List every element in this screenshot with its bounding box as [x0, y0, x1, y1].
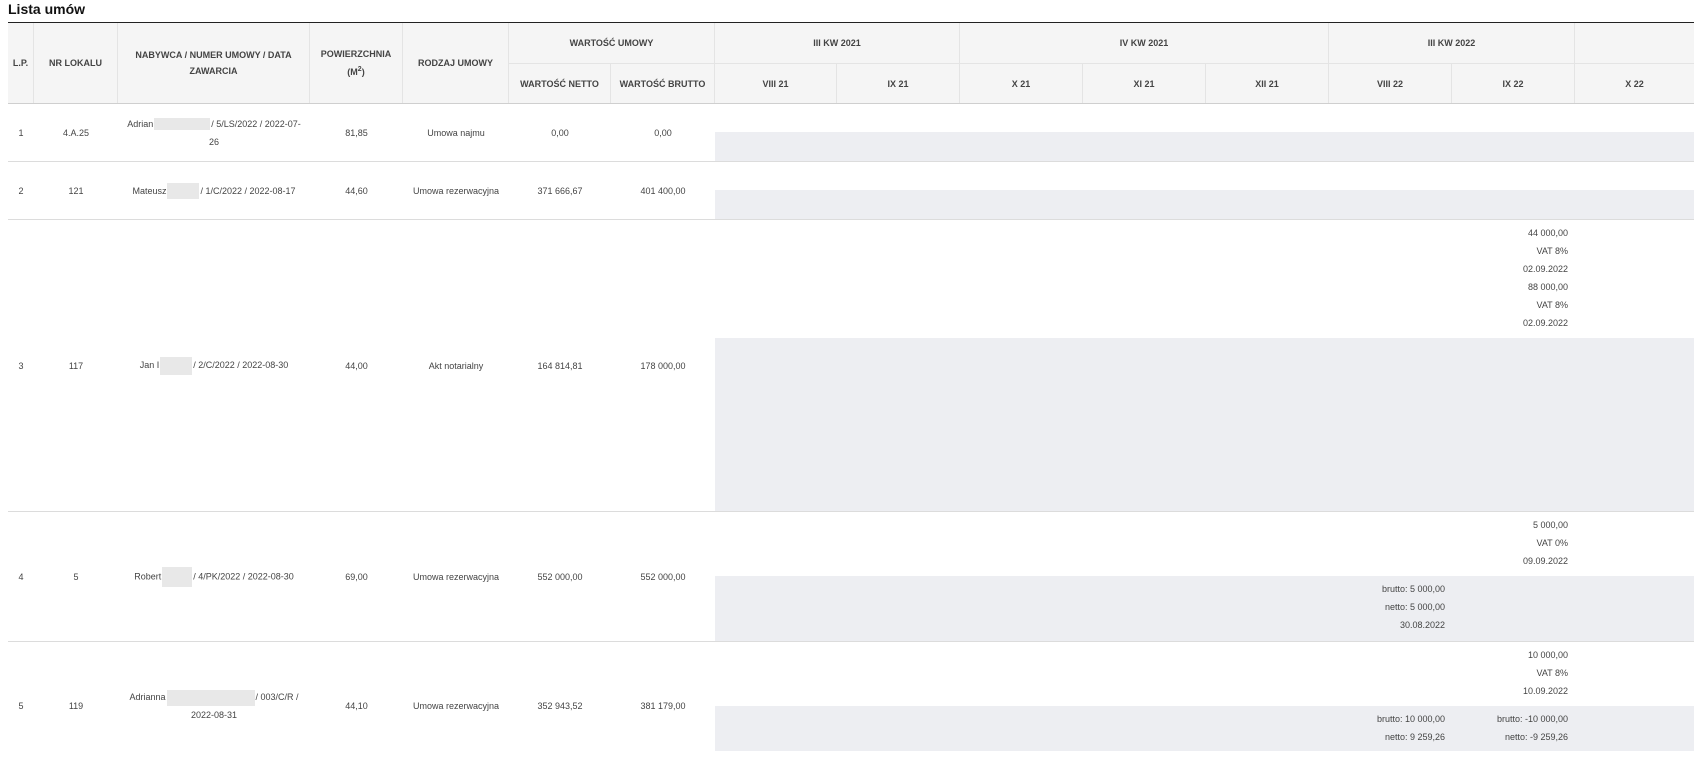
header-month[interactable]: VIII 22 [1329, 64, 1452, 104]
cell-powierzchnia: 81,85 [345, 127, 368, 138]
header-nr-lokalu[interactable]: NR LOKALU [34, 23, 118, 104]
cell-nabywca[interactable]: Mateusz/ 1/C/2022 / 2022-08-17 [118, 162, 310, 219]
cell-brutto: 0,00 [654, 127, 672, 138]
cell-netto: 164 814,81 [537, 360, 583, 371]
cell-rodzaj: Akt notarialny [428, 360, 484, 371]
cell-nabywca[interactable]: Adrian/ 5/LS/2022 / 2022-07- 26 [118, 104, 310, 161]
cell-netto: 0,00 [551, 127, 569, 138]
header-rodzaj[interactable]: RODZAJ UMOWY [403, 23, 509, 104]
header-lp[interactable]: L.P. [8, 23, 34, 104]
month-band [715, 190, 1694, 219]
header-quarter-iii-2021: III KW 2021 [715, 23, 960, 64]
cell-brutto: 552 000,00 [640, 571, 686, 582]
header-wartosc-brutto[interactable]: WARTOŚĆ BRUTTO [611, 64, 715, 104]
page-title: Lista umów [8, 1, 86, 17]
header-month[interactable]: VIII 21 [715, 64, 837, 104]
cell-brutto: 178 000,00 [640, 360, 686, 371]
cell-rodzaj: Umowa rezerwacyjna [412, 185, 500, 196]
payment-paid-ix22[interactable]: brutto: -10 000,00 netto: -9 259,26 [1452, 710, 1568, 746]
cell-nabywca[interactable]: Jan I/ 2/C/2022 / 2022-08-30 [118, 220, 310, 511]
cell-nr-lokalu[interactable]: 4.A.25 [34, 104, 118, 161]
payment-paid-viii22[interactable]: brutto: 5 000,00 netto: 5 000,00 30.08.2… [1329, 580, 1445, 634]
header-month[interactable]: IX 22 [1452, 64, 1575, 104]
month-band [715, 576, 1694, 641]
header-quarter-iv-2021: IV KW 2021 [960, 23, 1329, 64]
cell-brutto: 401 400,00 [640, 185, 686, 196]
header-quarter-iii-2022: III KW 2022 [1329, 23, 1575, 64]
month-band [715, 338, 1694, 511]
header-month[interactable]: X 21 [960, 64, 1083, 104]
header-powierzchnia[interactable]: POWIERZCHNIA (M2) [310, 23, 403, 104]
header-nabywca[interactable]: NABYWCA / NUMER UMOWY / DATA ZAWARCIA [118, 23, 310, 104]
cell-lp: 3 [18, 360, 24, 371]
month-band [715, 132, 1694, 161]
payment-paid-viii22[interactable]: brutto: 10 000,00 netto: 9 259,26 [1329, 710, 1445, 746]
cell-nr-lokalu[interactable]: 5 [34, 512, 118, 641]
cell-rodzaj: Umowa rezerwacyjna [412, 571, 500, 582]
payment-plan-ix22[interactable]: 44 000,00 VAT 8% 02.09.2022 88 000,00 VA… [1452, 224, 1568, 332]
cell-nr-lokalu[interactable]: 121 [34, 162, 118, 219]
payment-plan-ix22[interactable]: 10 000,00 VAT 8% 10.09.2022 [1452, 646, 1568, 700]
cell-powierzchnia: 44,60 [345, 185, 368, 196]
payment-plan-ix22[interactable]: 5 000,00 VAT 0% 09.09.2022 [1452, 516, 1568, 570]
cell-lp: 1 [18, 127, 24, 138]
cell-lp: 4 [18, 571, 24, 582]
header-month[interactable]: X 22 [1575, 64, 1694, 104]
header-wartosc-group: WARTOŚĆ UMOWY [509, 23, 715, 64]
cell-powierzchnia: 69,00 [345, 571, 368, 582]
header-month[interactable]: XII 21 [1206, 64, 1329, 104]
header-month[interactable]: IX 21 [837, 64, 960, 104]
cell-nabywca[interactable]: Robert/ 4/PK/2022 / 2022-08-30 [118, 512, 310, 641]
cell-lp: 2 [18, 185, 24, 196]
cell-rodzaj: Umowa najmu [427, 127, 485, 138]
cell-powierzchnia: 44,00 [345, 360, 368, 371]
header-month[interactable]: XI 21 [1083, 64, 1206, 104]
header-quarter-next [1575, 23, 1694, 64]
cell-nr-lokalu[interactable]: 117 [34, 220, 118, 511]
cell-netto: 371 666,67 [537, 185, 583, 196]
cell-netto: 552 000,00 [537, 571, 583, 582]
header-wartosc-netto[interactable]: WARTOŚĆ NETTO [509, 64, 611, 104]
header-powierzchnia-label: POWIERZCHNIA (M2) [320, 49, 392, 77]
